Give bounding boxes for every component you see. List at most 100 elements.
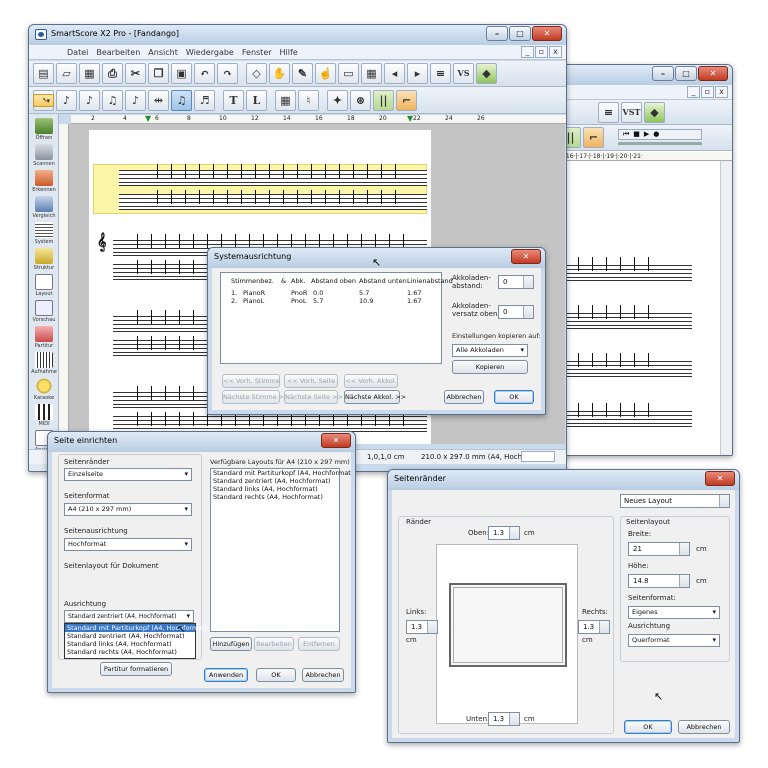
mdi-close-icon[interactable]: x bbox=[549, 46, 562, 58]
minimize-icon[interactable]: – bbox=[486, 26, 508, 41]
sidebar-item-system[interactable]: System bbox=[31, 222, 57, 245]
cut-icon[interactable]: ✂ bbox=[125, 63, 146, 84]
menu-ansicht[interactable]: Ansicht bbox=[148, 45, 178, 59]
hand-select-icon[interactable]: ✋ bbox=[269, 63, 290, 84]
shield-icon[interactable]: ◆ bbox=[476, 63, 497, 84]
cancel-button[interactable]: Abbrechen bbox=[444, 390, 484, 404]
maximize-icon[interactable]: □ bbox=[509, 26, 531, 41]
sidebar-item-vorschau[interactable]: Vorschau bbox=[31, 300, 57, 323]
mdi-restore-icon[interactable]: ▫ bbox=[701, 86, 714, 98]
lasso-icon[interactable]: ✎ bbox=[292, 63, 313, 84]
cancel-button[interactable]: Abbrechen bbox=[678, 720, 730, 734]
copy-button[interactable]: Kopieren bbox=[452, 360, 528, 374]
next-icon[interactable]: ▸ bbox=[407, 63, 428, 84]
menu-wiedergabe[interactable]: Wiedergabe bbox=[186, 45, 234, 59]
table-cell[interactable]: PianoR bbox=[243, 289, 265, 297]
right-margin-spinner[interactable]: 1.3 bbox=[578, 620, 610, 634]
minimize-icon[interactable]: – bbox=[652, 66, 674, 81]
format-select[interactable]: A4 (210 x 297 mm) bbox=[64, 503, 192, 516]
table-cell[interactable]: 5.7 bbox=[313, 297, 323, 305]
new-document-icon[interactable]: ▤ bbox=[33, 63, 54, 84]
vst-button[interactable]: VST bbox=[621, 101, 642, 123]
margins-select[interactable]: Einzelseite bbox=[64, 468, 192, 481]
orientation-select[interactable]: Querformat bbox=[628, 634, 720, 647]
dropdown-option[interactable]: Standard links (A4, Hochformat) bbox=[65, 640, 195, 648]
bars-icon[interactable]: || bbox=[373, 89, 394, 111]
prev-system-button[interactable]: << Vorh. Akkol. bbox=[344, 374, 398, 388]
height-spinner[interactable]: 14.8 bbox=[628, 574, 690, 588]
staff-tool-icon[interactable]: ≡ bbox=[598, 101, 619, 123]
remove-layout-button[interactable]: Entfernen bbox=[298, 637, 340, 651]
table-cell[interactable]: 10.9 bbox=[359, 297, 373, 305]
edit-layout-button[interactable]: Bearbeiten bbox=[254, 637, 294, 651]
sidebar-item-erkennen[interactable]: Erkennen bbox=[31, 170, 57, 193]
mdi-close-icon[interactable]: x bbox=[715, 86, 728, 98]
palette-icon[interactable]: ✦ bbox=[327, 89, 348, 111]
table-cell[interactable]: PnoL bbox=[291, 297, 307, 305]
eraser-icon[interactable]: ◇ bbox=[246, 63, 267, 84]
shield-icon[interactable]: ◆ bbox=[644, 101, 665, 123]
text-tool-button[interactable]: T bbox=[223, 89, 244, 111]
close-icon[interactable]: ✕ bbox=[698, 66, 728, 81]
sidebar-item-layout[interactable]: Layout bbox=[31, 274, 57, 297]
sidebar-item-midi[interactable]: MIDI bbox=[31, 404, 57, 427]
copy-target-select[interactable]: Alle Akkoladen bbox=[452, 344, 528, 357]
table-cell[interactable]: 1.67 bbox=[407, 289, 421, 297]
table-cell[interactable]: 5.7 bbox=[359, 289, 369, 297]
dropdown-option[interactable]: Standard rechts (A4, Hochformat) bbox=[65, 648, 195, 656]
left-margin-marker-icon[interactable]: ▼ bbox=[145, 114, 151, 123]
akkoladenabstand-spinner[interactable]: 0 bbox=[498, 275, 534, 289]
sidebar-item-aufnahme[interactable]: Aufnahme bbox=[31, 352, 57, 375]
ok-button[interactable]: OK bbox=[256, 668, 296, 682]
list-item[interactable]: Standard zentriert (A4, Hochformat) bbox=[211, 477, 339, 485]
next-system-button[interactable]: Nächste Akkol. >> bbox=[344, 390, 406, 404]
orientation-select[interactable]: Hochformat bbox=[64, 538, 192, 551]
layout-name-field[interactable]: Neues Layout bbox=[620, 494, 730, 508]
ok-button[interactable]: OK bbox=[624, 720, 672, 734]
dynamics-icon[interactable]: ⇹ bbox=[148, 89, 169, 111]
mdi-restore-icon[interactable]: ▫ bbox=[535, 46, 548, 58]
back-scrollbar[interactable] bbox=[720, 161, 732, 455]
close-icon[interactable]: ✕ bbox=[321, 433, 351, 448]
close-icon[interactable]: ✕ bbox=[705, 471, 735, 486]
maximize-icon[interactable]: □ bbox=[675, 66, 697, 81]
sidebar-item-vergleich[interactable]: Vergleich bbox=[31, 196, 57, 219]
sidebar-item-oeffnen[interactable]: Öffnen bbox=[31, 118, 57, 141]
versatz-spinner[interactable]: 0 bbox=[498, 305, 534, 319]
grid-icon[interactable]: ▦ bbox=[361, 63, 382, 84]
sidebar-item-karaoke[interactable]: Karaoke bbox=[31, 378, 57, 401]
zoom-controls[interactable] bbox=[521, 451, 555, 462]
menu-bearbeiten[interactable]: Bearbeiten bbox=[96, 45, 140, 59]
cancel-button[interactable]: Abbrechen bbox=[302, 668, 344, 682]
table-cell[interactable]: PnoR bbox=[291, 289, 307, 297]
layout-select[interactable]: Standard zentriert (A4, Hochformat) bbox=[64, 610, 194, 623]
format-score-button[interactable]: Partitur formatieren bbox=[100, 662, 172, 676]
beamed-notes-icon[interactable]: ♫ bbox=[102, 89, 123, 111]
dropdown-option-selected[interactable]: Standard mit Partiturkopf (A4, Hochforma… bbox=[65, 624, 207, 632]
page-icon[interactable]: ▭ bbox=[338, 63, 359, 84]
eighth-note-icon[interactable]: ♪ bbox=[79, 89, 100, 111]
steps-icon[interactable]: ⌐ bbox=[396, 89, 417, 111]
open-folder-icon[interactable]: ▱ bbox=[56, 63, 77, 84]
ok-button[interactable]: OK bbox=[494, 390, 534, 404]
top-margin-spinner[interactable]: 1.3 bbox=[488, 526, 520, 540]
next-page-button[interactable]: Nächste Seite >> bbox=[284, 390, 343, 404]
list-item[interactable]: Standard rechts (A4, Hochformat) bbox=[211, 493, 339, 501]
menu-datei[interactable]: Datei bbox=[67, 45, 88, 59]
table-cell[interactable]: 1.67 bbox=[407, 297, 421, 305]
list-item[interactable]: Standard mit Partiturkopf (A4, Hochforma… bbox=[211, 469, 351, 477]
list-item[interactable]: Standard links (A4, Hochformat) bbox=[211, 485, 339, 493]
menu-fenster[interactable]: Fenster bbox=[242, 45, 272, 59]
mdi-minimize-icon[interactable]: _ bbox=[687, 86, 700, 98]
sidebar-item-struktur[interactable]: Struktur bbox=[31, 248, 57, 271]
close-icon[interactable]: ✕ bbox=[532, 26, 562, 41]
copy-icon[interactable]: ❐ bbox=[148, 63, 169, 84]
prev-icon[interactable]: ◂ bbox=[384, 63, 405, 84]
table-cell[interactable]: PianoL bbox=[243, 297, 264, 305]
arrow-note-icon[interactable]: ♪ bbox=[56, 89, 77, 111]
table-icon[interactable]: ▦ bbox=[275, 89, 296, 111]
page-format-select[interactable]: Eigenes bbox=[628, 606, 720, 619]
next-voice-button[interactable]: Nächste Stimme >> bbox=[222, 390, 290, 404]
paste-icon[interactable]: ▣ bbox=[171, 63, 192, 84]
flag-note-icon[interactable]: ♪ bbox=[125, 89, 146, 111]
